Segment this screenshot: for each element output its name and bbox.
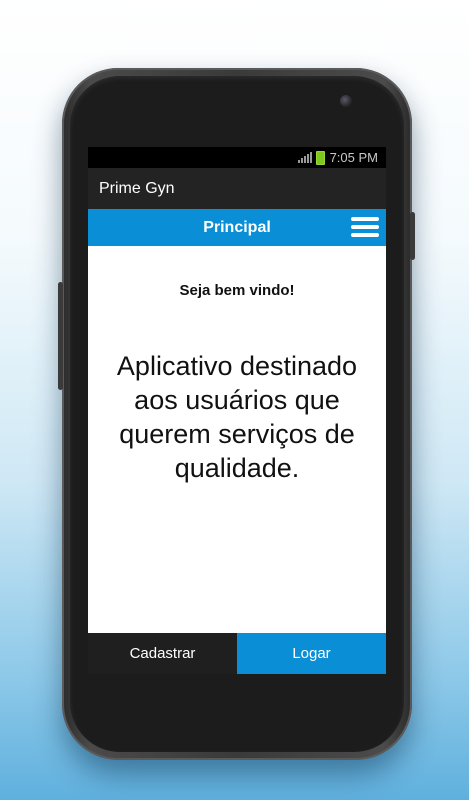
volume-button (58, 282, 63, 390)
register-button[interactable]: Cadastrar (88, 633, 237, 674)
front-camera (340, 95, 352, 107)
status-bar: 7:05 PM (88, 147, 386, 168)
page-header: Principal (88, 209, 386, 246)
register-button-label: Cadastrar (129, 645, 196, 662)
app-title-bar: Prime Gyn (88, 168, 386, 209)
app-title: Prime Gyn (99, 179, 175, 197)
login-button-label: Logar (292, 645, 331, 662)
login-button[interactable]: Logar (237, 633, 386, 674)
power-button (410, 212, 415, 260)
welcome-text: Seja bem vindo! (179, 282, 295, 299)
footer-actions: Cadastrar Logar (88, 633, 386, 674)
signal-icon (297, 152, 312, 163)
hamburger-menu-icon[interactable] (351, 217, 379, 237)
page-title: Principal (203, 218, 271, 236)
battery-icon (315, 150, 325, 165)
main-content: Seja bem vindo! Aplicativo destinado aos… (88, 246, 386, 633)
app-screen: 7:05 PM Prime Gyn Principal Seja bem vin… (88, 147, 386, 674)
description-text: Aplicativo destinado aos usuários que qu… (116, 351, 358, 483)
status-time: 7:05 PM (329, 150, 378, 165)
